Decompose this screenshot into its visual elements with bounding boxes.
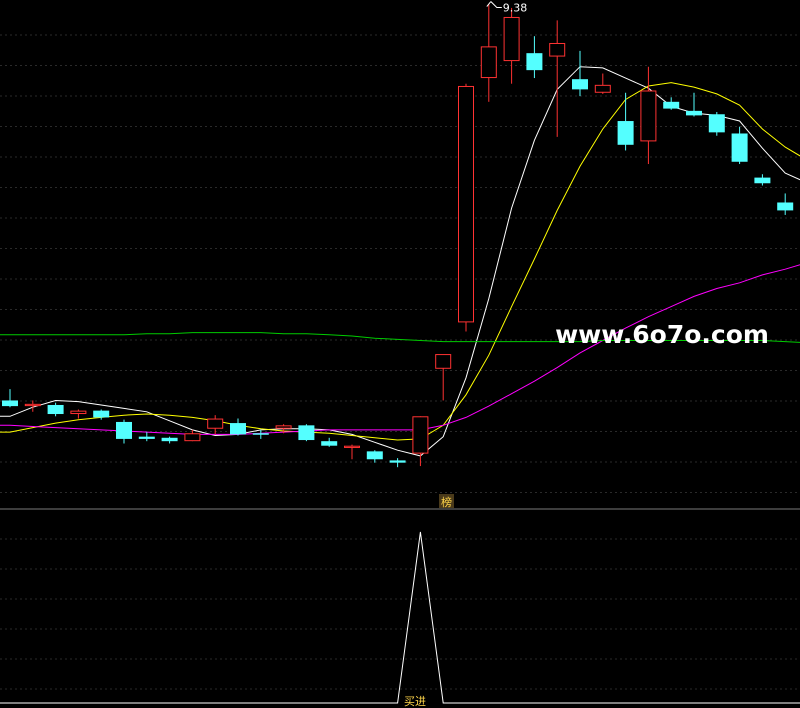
peak-price-label: 9.38 <box>503 2 528 15</box>
candle-body <box>617 121 634 145</box>
candle-body <box>344 445 360 448</box>
candle-body <box>70 410 87 415</box>
candle-body <box>24 403 41 407</box>
candle-body <box>480 46 497 79</box>
candle-body <box>777 202 794 211</box>
candle-body <box>275 425 292 429</box>
candle-body <box>230 423 246 435</box>
candle-body <box>458 85 474 323</box>
candle-body <box>321 441 338 446</box>
candle-body <box>412 416 429 454</box>
candle-body <box>93 410 110 418</box>
candle-body <box>47 404 64 415</box>
candle-body <box>708 114 725 133</box>
candle-body <box>116 421 132 439</box>
candle <box>298 424 315 442</box>
candle-body <box>731 133 748 162</box>
candle-body <box>640 90 657 142</box>
candle-body <box>594 84 611 93</box>
candle-body <box>366 451 383 460</box>
candle-body <box>161 437 178 442</box>
candle-body <box>138 436 155 439</box>
candle-body <box>2 400 18 407</box>
buy-signal-label: 买进 <box>404 695 426 708</box>
candle-body <box>184 433 201 442</box>
candle-body <box>389 460 406 463</box>
candle <box>458 83 474 332</box>
candle-body <box>207 418 224 429</box>
candle-body <box>754 177 771 184</box>
indicator-tag: 榜 <box>439 494 454 509</box>
candle-body <box>435 354 452 369</box>
candle-body <box>298 425 315 441</box>
candle-body <box>572 79 588 90</box>
indicator-tag-label: 榜 <box>441 495 452 509</box>
chart-background <box>0 0 800 708</box>
watermark: www.6o7o.com <box>555 320 769 349</box>
candle <box>708 111 725 136</box>
candle-body <box>686 110 702 116</box>
candle-body <box>549 42 566 57</box>
candle-body <box>252 433 269 435</box>
candle-body <box>503 16 520 62</box>
candle-body <box>663 101 680 109</box>
chart-canvas: 9.38 榜 买进 www.6o7o.com <box>0 0 800 708</box>
candle-body <box>526 53 543 71</box>
